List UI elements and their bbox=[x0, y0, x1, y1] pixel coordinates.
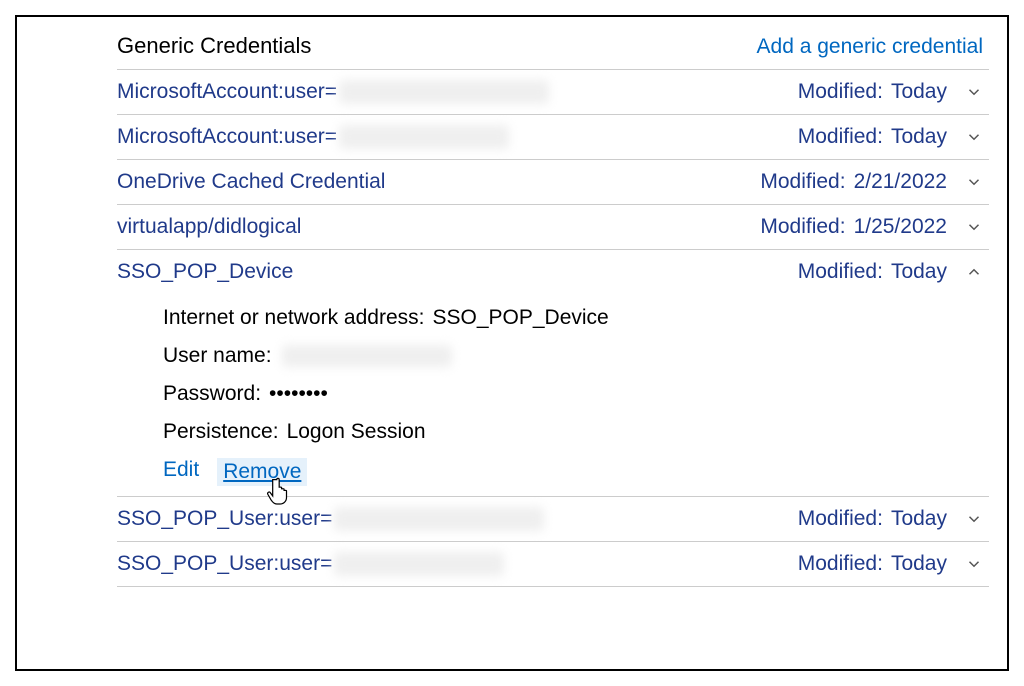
modified-value: 2/21/2022 bbox=[854, 170, 947, 194]
chevron-down-icon bbox=[965, 218, 983, 236]
credential-row[interactable]: virtualapp/didlogical Modified: 1/25/202… bbox=[117, 204, 989, 249]
detail-username: User name: bbox=[163, 344, 989, 368]
detail-persistence-label: Persistence: bbox=[163, 420, 279, 444]
section-title: Generic Credentials bbox=[117, 33, 311, 59]
credential-manager-panel: Generic Credentials Add a generic creden… bbox=[15, 15, 1009, 671]
redacted-value bbox=[339, 125, 509, 149]
credential-name: OneDrive Cached Credential bbox=[117, 170, 385, 194]
chevron-down-icon bbox=[965, 173, 983, 191]
redacted-value bbox=[334, 552, 504, 576]
chevron-down-icon bbox=[965, 555, 983, 573]
detail-password-value: •••••••• bbox=[269, 382, 328, 406]
detail-address-label: Internet or network address: bbox=[163, 306, 424, 330]
modified-label: Modified: bbox=[798, 125, 883, 149]
modified-value: Today bbox=[891, 507, 947, 531]
credential-row[interactable]: MicrosoftAccount:user= Modified: Today bbox=[117, 69, 989, 114]
credential-name-wrap: SSO_POP_User:user= bbox=[117, 507, 798, 531]
chevron-down-icon bbox=[965, 510, 983, 528]
redacted-value bbox=[339, 80, 549, 104]
credential-name-wrap: MicrosoftAccount:user= bbox=[117, 80, 798, 104]
modified-value: 1/25/2022 bbox=[854, 215, 947, 239]
modified-label: Modified: bbox=[798, 552, 883, 576]
credential-name: MicrosoftAccount:user= bbox=[117, 125, 337, 149]
credential-name-wrap: OneDrive Cached Credential bbox=[117, 170, 760, 194]
credential-row[interactable]: SSO_POP_User:user= Modified: Today bbox=[117, 541, 989, 587]
credential-name: virtualapp/didlogical bbox=[117, 215, 301, 239]
modified-value: Today bbox=[891, 125, 947, 149]
credential-row[interactable]: MicrosoftAccount:user= Modified: Today bbox=[117, 114, 989, 159]
credential-name: SSO_POP_User:user= bbox=[117, 507, 332, 531]
credential-name-wrap: SSO_POP_Device bbox=[117, 260, 798, 284]
credential-name-wrap: SSO_POP_User:user= bbox=[117, 552, 798, 576]
modified-value: Today bbox=[891, 260, 947, 284]
add-generic-credential-link[interactable]: Add a generic credential bbox=[757, 35, 983, 59]
edit-link[interactable]: Edit bbox=[163, 458, 199, 486]
modified-label: Modified: bbox=[798, 260, 883, 284]
detail-persistence: Persistence: Logon Session bbox=[163, 420, 989, 444]
remove-link[interactable]: Remove bbox=[217, 458, 307, 486]
credential-row[interactable]: SSO_POP_User:user= Modified: Today bbox=[117, 496, 989, 541]
detail-address: Internet or network address: SSO_POP_Dev… bbox=[163, 306, 989, 330]
redacted-value bbox=[282, 345, 452, 367]
credential-name: SSO_POP_User:user= bbox=[117, 552, 332, 576]
credential-name: SSO_POP_Device bbox=[117, 260, 293, 284]
credential-name: MicrosoftAccount:user= bbox=[117, 80, 337, 104]
credential-name-wrap: virtualapp/didlogical bbox=[117, 215, 760, 239]
panel-inner: Generic Credentials Add a generic creden… bbox=[17, 33, 1007, 587]
modified-label: Modified: bbox=[760, 215, 845, 239]
chevron-down-icon bbox=[965, 128, 983, 146]
detail-username-label: User name: bbox=[163, 344, 272, 368]
modified-value: Today bbox=[891, 552, 947, 576]
credential-row[interactable]: OneDrive Cached Credential Modified: 2/2… bbox=[117, 159, 989, 204]
modified-label: Modified: bbox=[798, 80, 883, 104]
modified-label: Modified: bbox=[798, 507, 883, 531]
detail-password-label: Password: bbox=[163, 382, 261, 406]
header-row: Generic Credentials Add a generic creden… bbox=[117, 33, 989, 59]
chevron-down-icon bbox=[965, 83, 983, 101]
remove-link-label: Remove bbox=[223, 460, 301, 483]
credential-details: Internet or network address: SSO_POP_Dev… bbox=[117, 294, 989, 496]
detail-password: Password: •••••••• bbox=[163, 382, 989, 406]
redacted-value bbox=[334, 507, 544, 531]
detail-address-value: SSO_POP_Device bbox=[432, 306, 608, 330]
credential-row-expanded[interactable]: SSO_POP_Device Modified: Today bbox=[117, 249, 989, 294]
credential-name-wrap: MicrosoftAccount:user= bbox=[117, 125, 798, 149]
modified-label: Modified: bbox=[760, 170, 845, 194]
chevron-up-icon bbox=[965, 263, 983, 281]
detail-actions: Edit Remove bbox=[163, 458, 989, 486]
modified-value: Today bbox=[891, 80, 947, 104]
detail-persistence-value: Logon Session bbox=[287, 420, 426, 444]
